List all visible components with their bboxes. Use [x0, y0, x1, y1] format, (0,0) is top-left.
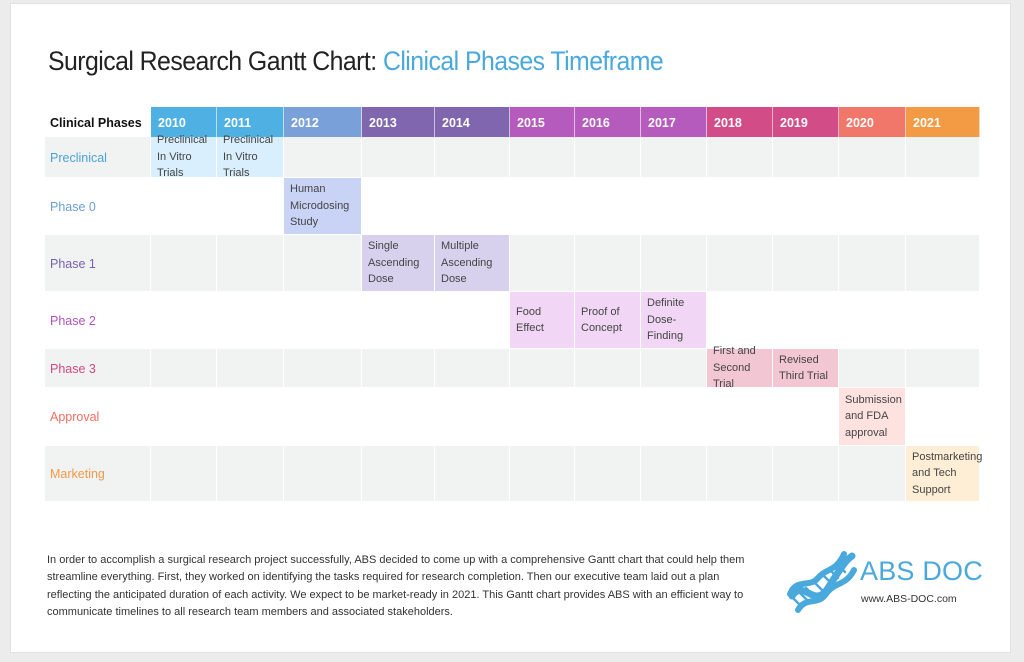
grid-cell [435, 349, 510, 387]
task-bar: Preclinical In Vitro Trials [217, 134, 284, 179]
year-header-2015: 2015 [510, 107, 575, 137]
grid-cell [707, 446, 773, 501]
grid-cell [151, 235, 217, 291]
year-header-2020: 2020 [839, 107, 906, 137]
year-header-2019: 2019 [773, 107, 839, 137]
task-bar: Submission and FDA approval [839, 388, 906, 445]
year-header-2021: 2021 [906, 107, 980, 137]
grid-cell [151, 349, 217, 387]
grid-cell [839, 235, 906, 291]
grid-cell [510, 137, 575, 177]
phase-label: Phase 1 [45, 235, 151, 292]
task-bar: Human Microdosing Study [284, 178, 362, 234]
grid-cell [362, 137, 435, 177]
task-bar: Single Ascending Dose [362, 235, 435, 291]
grid-cell [435, 446, 510, 501]
phase-label: Approval [50, 410, 100, 424]
task-bar: Proof of Concept [575, 292, 641, 348]
header-clinical-phases: Clinical Phases [50, 116, 142, 130]
grid-cell [362, 349, 435, 387]
logo-name: ABS DOC [860, 556, 983, 586]
grid-cell [641, 137, 707, 177]
grid-cell [435, 137, 510, 177]
grid-cell [773, 137, 839, 177]
task-bar: Preclinical In Vitro Trials [151, 134, 217, 179]
task-bar: Multiple Ascending Dose [435, 235, 510, 291]
task-bar: Revised Third Trial [773, 349, 839, 387]
title-main: Surgical Research Gantt Chart: [48, 46, 383, 76]
grid-cell [151, 446, 217, 501]
phase-label: Phase 2 [50, 313, 96, 328]
grid-cell [773, 235, 839, 291]
phase-label: Marketing [45, 446, 151, 502]
title-accent: Clinical Phases Timeframe [382, 46, 664, 76]
grid-cell [906, 235, 980, 291]
task-bar: Postmarketing and Tech Support [906, 446, 982, 501]
year-header-2016: 2016 [575, 107, 641, 137]
logo-url: www.ABS-DOC.com [861, 593, 957, 605]
year-header-2013: 2013 [362, 107, 435, 137]
grid-cell [284, 137, 362, 177]
grid-cell [575, 235, 641, 291]
grid-cell [641, 235, 707, 291]
page-title: Surgical Research Gantt Chart: Clinical … [48, 46, 664, 77]
year-header-2014: 2014 [435, 107, 510, 137]
grid-cell [217, 349, 284, 387]
grid-cell [839, 349, 906, 387]
grid-cell [906, 349, 980, 387]
year-header-2017: 2017 [641, 107, 707, 137]
task-bar: First and Second Trial [707, 345, 773, 390]
grid-cell [575, 446, 641, 501]
dna-icon [787, 551, 857, 613]
grid-cell [284, 235, 362, 291]
phase-row [45, 178, 980, 235]
grid-cell [284, 446, 362, 501]
grid-cell [707, 235, 773, 291]
description-text: In order to accomplish a surgical resear… [47, 554, 745, 618]
grid-cell [906, 137, 980, 177]
phase-label: Phase 0 [50, 199, 96, 214]
grid-cell [575, 349, 641, 387]
grid-cell [641, 349, 707, 387]
grid-cell [284, 349, 362, 387]
year-header-2018: 2018 [707, 107, 773, 137]
phase-label: Phase 3 [45, 349, 151, 388]
grid-cell [773, 446, 839, 501]
grid-cell [641, 446, 707, 501]
task-bar: Definite Dose-Finding [641, 292, 707, 348]
grid-cell [217, 235, 284, 291]
grid-cell [839, 446, 906, 501]
grid-cell [839, 137, 906, 177]
grid-cell [362, 446, 435, 501]
year-header-2012: 2012 [284, 107, 362, 137]
grid-cell [510, 446, 575, 501]
grid-cell [510, 235, 575, 291]
grid-cell [510, 349, 575, 387]
grid-cell [217, 446, 284, 501]
grid-cell [575, 137, 641, 177]
phase-label: Preclinical [45, 137, 151, 178]
task-bar: Food Effect [510, 292, 575, 348]
grid-cell [707, 137, 773, 177]
